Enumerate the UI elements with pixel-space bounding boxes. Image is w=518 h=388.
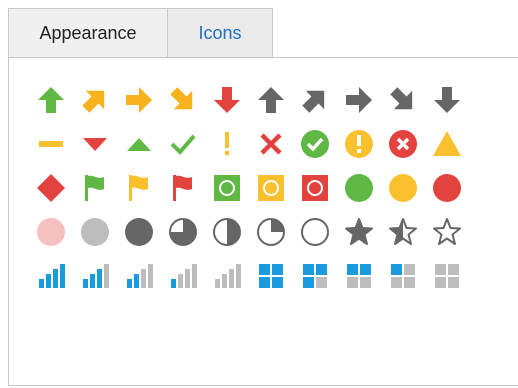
- signal-4-bars-icon[interactable]: [31, 256, 71, 296]
- signal-2-bars-icon[interactable]: [119, 256, 159, 296]
- exclamation-yellow-icon[interactable]: [207, 124, 247, 164]
- star-half-icon[interactable]: [383, 212, 423, 252]
- x-circle-red-icon[interactable]: [383, 124, 423, 164]
- pie-three-quarter-icon[interactable]: [163, 212, 203, 252]
- tab-bar: Appearance Icons: [8, 8, 518, 58]
- triangle-down-red-icon[interactable]: [75, 124, 115, 164]
- circle-red-icon[interactable]: [427, 168, 467, 208]
- check-circle-green-icon[interactable]: [295, 124, 335, 164]
- arrow-up-green-icon[interactable]: [31, 80, 71, 120]
- signal-1-bar-icon[interactable]: [163, 256, 203, 296]
- flag-red-icon[interactable]: [163, 168, 203, 208]
- dash-yellow-icon[interactable]: [31, 124, 71, 164]
- x-red-icon[interactable]: [251, 124, 291, 164]
- circle-pink-icon[interactable]: [31, 212, 71, 252]
- triangle-yellow-icon[interactable]: [427, 124, 467, 164]
- quad-4-blue-icon[interactable]: [251, 256, 291, 296]
- icons-panel: [8, 57, 518, 386]
- arrow-down-gray-icon[interactable]: [427, 80, 467, 120]
- tab-icons[interactable]: Icons: [167, 8, 273, 58]
- quad-3-blue-icon[interactable]: [295, 256, 335, 296]
- circle-lightgray-icon[interactable]: [75, 212, 115, 252]
- pie-quarter-icon[interactable]: [251, 212, 291, 252]
- quad-0-blue-icon[interactable]: [427, 256, 467, 296]
- flag-yellow-icon[interactable]: [119, 168, 159, 208]
- square-circle-red-icon[interactable]: [295, 168, 335, 208]
- pie-half-icon[interactable]: [207, 212, 247, 252]
- star-full-icon[interactable]: [339, 212, 379, 252]
- arrow-down-red-icon[interactable]: [207, 80, 247, 120]
- circle-darkgray-icon[interactable]: [119, 212, 159, 252]
- star-empty-icon[interactable]: [427, 212, 467, 252]
- flag-green-icon[interactable]: [75, 168, 115, 208]
- arrow-up-right-orange-icon[interactable]: [75, 80, 115, 120]
- square-circle-green-icon[interactable]: [207, 168, 247, 208]
- arrow-up-gray-icon[interactable]: [251, 80, 291, 120]
- signal-3-bars-icon[interactable]: [75, 256, 115, 296]
- icon-settings-dialog: Appearance Icons: [0, 0, 518, 388]
- arrow-up-right-gray-icon[interactable]: [295, 80, 335, 120]
- arrow-down-right-gray-icon[interactable]: [383, 80, 423, 120]
- arrow-right-orange-icon[interactable]: [119, 80, 159, 120]
- exclamation-circle-yellow-icon[interactable]: [339, 124, 379, 164]
- circle-green-icon[interactable]: [339, 168, 379, 208]
- quad-2-blue-icon[interactable]: [339, 256, 379, 296]
- circle-yellow-icon[interactable]: [383, 168, 423, 208]
- arrow-down-right-orange-icon[interactable]: [163, 80, 203, 120]
- signal-0-bars-icon[interactable]: [207, 256, 247, 296]
- arrow-right-gray-icon[interactable]: [339, 80, 379, 120]
- circle-empty-icon[interactable]: [295, 212, 335, 252]
- triangle-up-green-icon[interactable]: [119, 124, 159, 164]
- diamond-red-icon[interactable]: [31, 168, 71, 208]
- checkmark-green-icon[interactable]: [163, 124, 203, 164]
- quad-1-blue-icon[interactable]: [383, 256, 423, 296]
- square-circle-yellow-icon[interactable]: [251, 168, 291, 208]
- tab-appearance[interactable]: Appearance: [8, 8, 168, 58]
